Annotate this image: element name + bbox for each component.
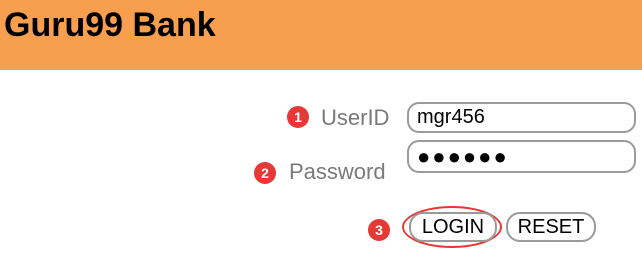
step-marker-2: 2 [254,162,276,184]
brand-title: Guru99 Bank [4,6,216,44]
login-button[interactable]: LOGIN [409,212,497,242]
userid-label: UserID [321,105,390,130]
userid-input[interactable] [407,102,636,133]
password-label: Password [289,159,386,184]
app-header: Guru99 Bank [0,0,642,70]
password-input[interactable] [407,140,636,173]
step-marker-3: 3 [368,219,390,241]
reset-button[interactable]: RESET [506,212,596,242]
step-marker-1: 1 [287,106,309,128]
